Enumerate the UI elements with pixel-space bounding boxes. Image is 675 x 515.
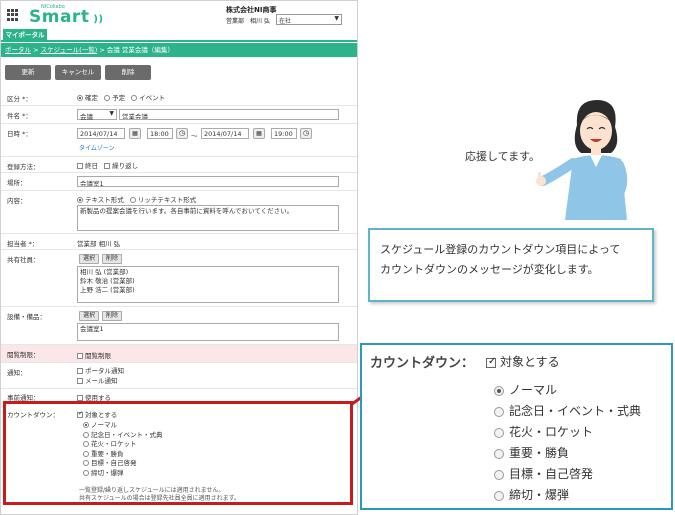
place-label: 場所：: [7, 179, 27, 187]
members-list-item[interactable]: 鈴木 敬治 (営業部): [80, 277, 336, 286]
content-label: 内容：: [7, 197, 27, 205]
registration-options: 終日 繰り返し: [77, 160, 138, 170]
all-day-checkbox[interactable]: 終日: [77, 162, 98, 170]
countdown-zoom-callout: カウントダウン： 対象とする ノーマル 記念日・イベント・式典 花火・ロケット …: [360, 343, 673, 510]
text-format-radio[interactable]: テキスト形式: [77, 196, 124, 204]
restriction-label: 閲覧制限：: [7, 351, 40, 359]
datetime-row: 日時 *： 2014/07/14 ▦ 18:00 ◷ ～ 2014/07/14 …: [1, 124, 357, 157]
content-textarea[interactable]: 新製品の提案会議を行います。各自事前に資料を呼んでおいてください。: [77, 205, 339, 231]
breadcrumb-portal[interactable]: ポータル: [5, 46, 31, 54]
end-date-input[interactable]: 2014/07/14: [201, 128, 249, 139]
portal-notify-checkbox[interactable]: ポータル通知: [77, 366, 124, 376]
tab-bar: マイポータル: [1, 29, 357, 42]
owner-row: 担当者 *： 営業部 相川 弘: [1, 234, 357, 250]
explanation-line-2: カウントダウンのメッセージが変化します。: [380, 263, 599, 276]
brand-logo: Smart )): [29, 7, 104, 27]
user-name: 営業部 相川 弘: [226, 18, 270, 25]
equipment-remove-button[interactable]: 削除: [102, 311, 122, 321]
zoom-option-normal: ノーマル: [494, 381, 557, 398]
tab-my-portal[interactable]: マイポータル: [3, 29, 47, 42]
guide-character-illustration: [536, 100, 628, 220]
zoom-target-checkbox: 対象とする: [486, 353, 560, 370]
end-calendar-icon[interactable]: ▦: [253, 128, 265, 139]
equipment-list-item[interactable]: 会議室1: [80, 325, 336, 334]
category-label: 区分 *：: [7, 95, 32, 103]
category-option-tentative[interactable]: 予定: [104, 94, 125, 102]
restriction-checkbox[interactable]: 閲覧制限: [77, 350, 111, 360]
restriction-row: 閲覧制限： 閲覧制限: [1, 345, 357, 363]
place-row: 場所： 会議室1: [1, 173, 357, 191]
members-select-button[interactable]: 選択: [79, 254, 99, 264]
delete-button[interactable]: 削除: [105, 65, 151, 80]
notify-options: ポータル通知 メール通知: [77, 366, 124, 386]
schedule-edit-panel: NICollabo Smart )) 株式会社NI商事 営業部 相川 弘 在社 ▼…: [0, 0, 358, 515]
category-option-event[interactable]: イベント: [131, 94, 165, 102]
end-time-input[interactable]: 19:00: [271, 128, 297, 139]
timezone-link[interactable]: タイムゾーン: [79, 143, 115, 152]
members-remove-button[interactable]: 削除: [102, 254, 122, 264]
zoom-option-goal: 目標・自己啓発: [494, 465, 593, 482]
equipment-label: 設備・備品：: [7, 313, 46, 321]
equipment-row: 設備・備品： 選択 削除 会議室1: [1, 307, 357, 345]
speech-text: 応援してます。: [465, 150, 541, 163]
zoom-countdown-label: カウントダウン：: [370, 356, 475, 371]
app-header: NICollabo Smart )) 株式会社NI商事 営業部 相川 弘 在社 ▼: [1, 1, 357, 29]
cancel-button[interactable]: キャンセル: [55, 65, 101, 80]
subject-type-select[interactable]: 会議 ▼: [77, 109, 117, 121]
category-option-confirmed[interactable]: 確定: [77, 94, 98, 102]
owner-label: 担当者 *：: [7, 240, 39, 248]
apps-grid-icon[interactable]: [7, 9, 19, 21]
notify-label: 通知：: [7, 369, 27, 377]
countdown-highlight-frame: [3, 401, 353, 505]
owner-value: 営業部 相川 弘: [77, 240, 121, 248]
zoom-option-fireworks: 花火・ロケット: [494, 423, 593, 440]
toolbar: 更新 キャンセル 削除: [1, 61, 357, 83]
subject-row: 件名 *： 会議 ▼ 営業会議: [1, 106, 357, 124]
category-options: 確定 予定 イベント: [77, 92, 165, 102]
repeat-checkbox[interactable]: 繰り返し: [104, 162, 138, 170]
datetime-separator: ～: [191, 132, 198, 140]
place-input[interactable]: 会議室1: [77, 176, 339, 187]
status-select[interactable]: 在社 ▼: [276, 14, 342, 25]
registration-label: 登録方法：: [7, 163, 40, 171]
breadcrumb-current: 会議 営業会議（編集）: [106, 46, 174, 54]
notify-row: 通知： ポータル通知 メール通知: [1, 363, 357, 389]
registration-row: 登録方法： 終日 繰り返し: [1, 157, 357, 173]
content-format-options: テキスト形式 リッチテキスト形式: [77, 194, 196, 204]
members-list-item[interactable]: 上野 浩二 (営業部): [80, 286, 336, 295]
rich-format-radio[interactable]: リッチテキスト形式: [129, 196, 196, 204]
company-name: 株式会社NI商事: [226, 6, 277, 14]
equipment-list[interactable]: 会議室1: [77, 323, 339, 341]
end-clock-icon[interactable]: ◷: [300, 128, 312, 139]
breadcrumb: ポータル > スケジュール(一覧) > 会議 営業会議（編集）: [1, 43, 357, 57]
members-label: 共有社員：: [7, 256, 40, 264]
start-calendar-icon[interactable]: ▦: [129, 128, 141, 139]
start-time-input[interactable]: 18:00: [147, 128, 173, 139]
start-date-input[interactable]: 2014/07/14: [77, 128, 125, 139]
breadcrumb-schedule[interactable]: スケジュール(一覧): [41, 46, 98, 54]
category-row: 区分 *： 確定 予定 イベント: [1, 89, 357, 106]
zoom-option-deadline: 締切・爆弾: [494, 486, 569, 503]
explanation-line-1: スケジュール登録のカウントダウン項目によって: [380, 243, 621, 256]
equipment-select-button[interactable]: 選択: [79, 311, 99, 321]
zoom-option-anniversary: 記念日・イベント・式典: [494, 402, 641, 419]
content-row: 内容： テキスト形式 リッチテキスト形式 新製品の提案会議を行います。各自事前に…: [1, 191, 357, 234]
explanation-callout: スケジュール登録のカウントダウン項目によって カウントダウンのメッセージが変化し…: [368, 228, 654, 302]
datetime-label: 日時 *：: [7, 130, 32, 138]
subject-label: 件名 *：: [7, 112, 32, 120]
start-clock-icon[interactable]: ◷: [176, 128, 188, 139]
zoom-option-important: 重要・勝負: [494, 444, 569, 461]
members-row: 共有社員： 選択 削除 相川 弘 (営業部) 鈴木 敬治 (営業部) 上野 浩二…: [1, 250, 357, 307]
members-list-item[interactable]: 相川 弘 (営業部): [80, 268, 336, 277]
subject-input[interactable]: 営業会議: [119, 109, 339, 120]
update-button[interactable]: 更新: [5, 65, 51, 80]
mail-notify-checkbox[interactable]: メール通知: [77, 376, 124, 386]
members-list[interactable]: 相川 弘 (営業部) 鈴木 敬治 (営業部) 上野 浩二 (営業部): [77, 266, 339, 303]
